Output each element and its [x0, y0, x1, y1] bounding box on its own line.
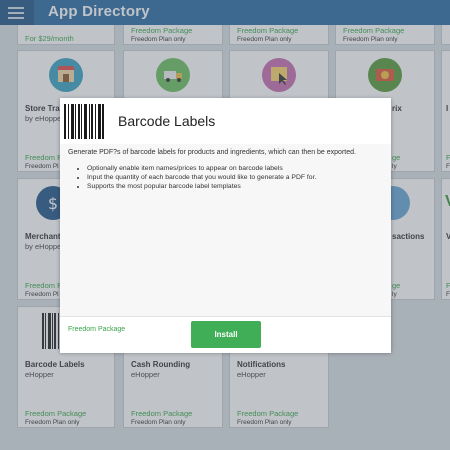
feature-item: Input the quantity of each barcode that … [87, 173, 316, 182]
package-label: Freedom Package [68, 326, 126, 333]
feature-item: Optionally enable item names/prices to a… [87, 164, 316, 173]
barcode-icon [64, 104, 111, 139]
modal-title: Barcode Labels [118, 113, 216, 129]
modal-description: Generate PDF?s of barcode labels for pro… [68, 149, 356, 156]
feature-item: Supports the most popular barcode label … [87, 182, 316, 191]
modal-body: Generate PDF?s of barcode labels for pro… [60, 144, 391, 316]
modal-footer: Freedom Package Install [60, 316, 391, 353]
install-button[interactable]: Install [191, 321, 261, 348]
feature-list: Optionally enable item names/prices to a… [78, 164, 316, 192]
app-details-modal: Barcode Labels Generate PDF?s of barcode… [60, 98, 391, 353]
modal-header: Barcode Labels [60, 98, 391, 145]
